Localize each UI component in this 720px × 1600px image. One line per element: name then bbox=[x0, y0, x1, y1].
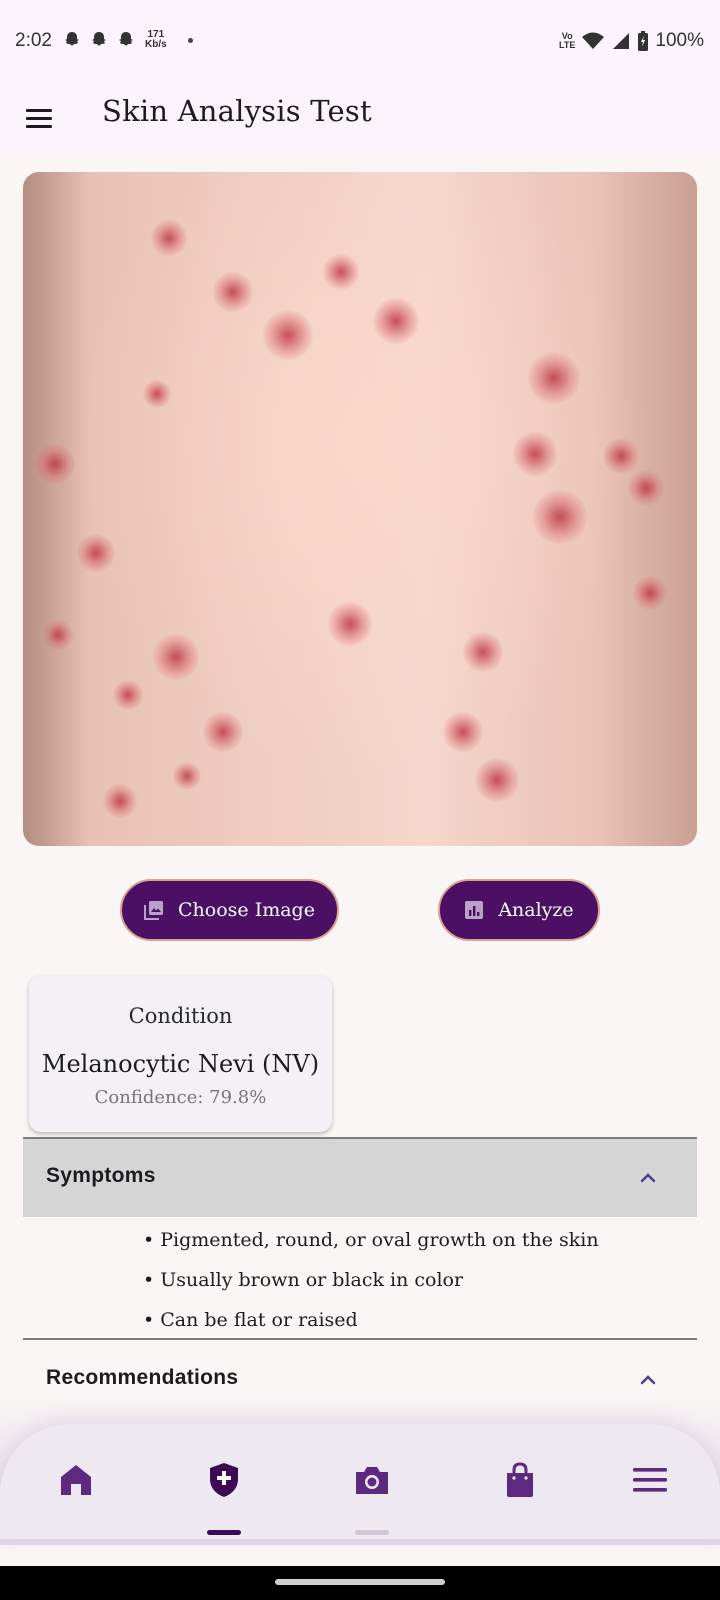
nav-more[interactable] bbox=[622, 1460, 678, 1516]
menu-icon bbox=[633, 1468, 667, 1492]
app-bar: Skin Analysis Test bbox=[0, 84, 720, 152]
wifi-icon bbox=[582, 32, 605, 49]
chevron-up-icon bbox=[640, 1173, 656, 1183]
network-speed-unit: Kb/s bbox=[145, 39, 167, 50]
battery-percentage: 100% bbox=[655, 30, 704, 51]
battery-icon bbox=[638, 31, 649, 51]
volte-indicator: Vo LTE bbox=[559, 32, 575, 50]
list-item: • Usually brown or black in color bbox=[143, 1269, 464, 1291]
camera-icon bbox=[356, 1467, 388, 1494]
snapchat-icon bbox=[119, 32, 133, 46]
network-speed: 171 Kb/s bbox=[145, 30, 167, 50]
symptoms-title: Symptoms bbox=[46, 1164, 156, 1187]
system-navigation-bar bbox=[0, 1566, 720, 1600]
status-bar: 2:02 171 Kb/s Vo LTE 100% bbox=[0, 0, 720, 84]
notification-icons: 171 Kb/s bbox=[62, 30, 193, 50]
bottom-navigation bbox=[0, 1424, 720, 1539]
shield-plus-icon bbox=[210, 1463, 238, 1497]
list-item: • Pigmented, round, or oval growth on th… bbox=[143, 1229, 599, 1251]
divider bbox=[23, 1338, 697, 1340]
signal-icon bbox=[613, 33, 630, 49]
photo-library-icon bbox=[144, 901, 164, 920]
condition-label: Condition bbox=[128, 1004, 233, 1028]
menu-icon bbox=[26, 108, 52, 112]
symptoms-list: • Pigmented, round, or oval growth on th… bbox=[143, 1226, 599, 1346]
more-notifications-dot bbox=[187, 37, 193, 43]
condition-result-card: Condition Melanocytic Nevi (NV) Confiden… bbox=[29, 976, 332, 1132]
indicator-placeholder bbox=[355, 1530, 389, 1535]
list-item: • Can be flat or raised bbox=[143, 1309, 358, 1331]
page-title: Skin Analysis Test bbox=[102, 94, 372, 128]
snapchat-icon bbox=[65, 32, 79, 46]
nav-home[interactable] bbox=[48, 1460, 104, 1516]
symptoms-section-header[interactable]: Symptoms bbox=[23, 1139, 697, 1217]
confidence-score: Confidence: 79.8% bbox=[94, 1087, 267, 1108]
nav-shop[interactable] bbox=[492, 1460, 548, 1516]
choose-image-label: Choose Image bbox=[178, 899, 315, 921]
chevron-up-icon bbox=[640, 1375, 656, 1385]
status-time: 2:02 bbox=[15, 30, 52, 51]
selected-indicator bbox=[207, 1530, 241, 1535]
analytics-icon bbox=[465, 901, 484, 919]
nav-camera[interactable] bbox=[344, 1460, 400, 1535]
analyze-label: Analyze bbox=[498, 899, 574, 921]
home-icon bbox=[61, 1465, 91, 1495]
home-gesture-handle[interactable] bbox=[275, 1579, 445, 1585]
volte-bottom: LTE bbox=[559, 40, 576, 50]
shopping-bag-icon bbox=[507, 1462, 533, 1497]
skin-image-preview bbox=[23, 172, 697, 846]
snapchat-icon bbox=[92, 32, 106, 46]
menu-button[interactable] bbox=[22, 98, 62, 138]
analyze-button[interactable]: Analyze bbox=[438, 879, 600, 941]
nav-skin-analysis[interactable] bbox=[196, 1460, 252, 1535]
condition-value: Melanocytic Nevi (NV) bbox=[41, 1050, 320, 1078]
recommendations-title: Recommendations bbox=[46, 1366, 239, 1389]
system-icons: Vo LTE 100% bbox=[559, 30, 704, 52]
choose-image-button[interactable]: Choose Image bbox=[120, 879, 339, 941]
